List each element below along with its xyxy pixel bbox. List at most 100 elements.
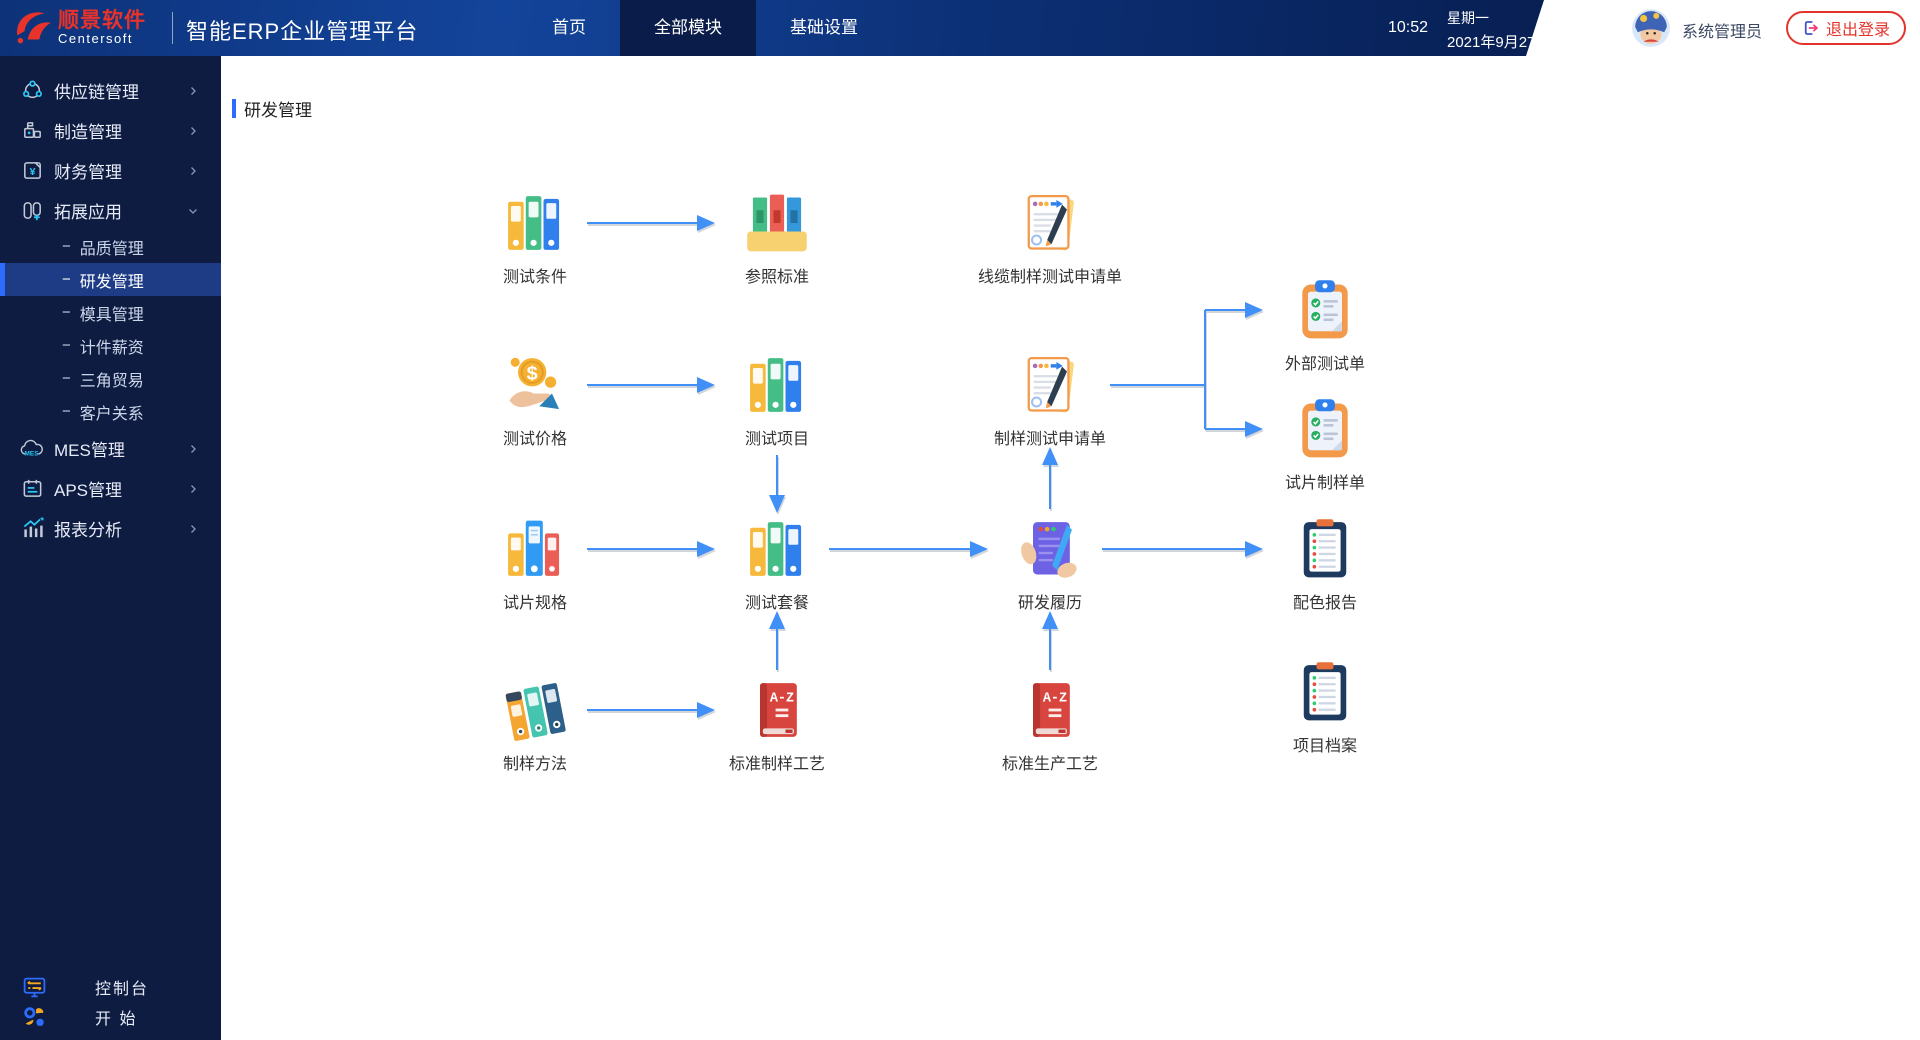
title-accent-bar <box>232 99 236 118</box>
node-project-archive[interactable]: 项目档案 <box>1230 658 1420 756</box>
coins-hand-icon: $ <box>501 351 569 419</box>
doc-pen-icon <box>1016 351 1084 419</box>
node-label: 试片制样单 <box>1230 469 1420 493</box>
node-specimen-sample-order[interactable]: 试片制样单 <box>1230 395 1420 493</box>
node-label: 制样测试申请单 <box>955 425 1145 449</box>
node-test-condition[interactable]: 测试条件 <box>440 189 630 287</box>
sidebar-item-supply-chain[interactable]: 供应链管理 <box>0 70 221 110</box>
clock-time: 10:52 <box>1388 19 1428 37</box>
sidebar-item-extension[interactable]: 拓展应用 <box>0 190 221 230</box>
aps-icon <box>20 476 44 500</box>
logout-icon <box>1802 19 1820 37</box>
user-avatar[interactable] <box>1632 9 1670 47</box>
sidebar-item-mes[interactable]: MESMES管理 <box>0 428 221 468</box>
logout-button[interactable]: 退出登录 <box>1786 11 1906 45</box>
dash-prefix: − <box>62 238 71 255</box>
sidebar: 供应链管理制造管理¥财务管理拓展应用−品质管理−研发管理−模具管理−计件薪资−三… <box>0 56 221 1040</box>
avatar-image <box>1632 9 1670 47</box>
app-title: 智能ERP企业管理平台 <box>186 14 418 46</box>
clipboard-navy-icon <box>1291 658 1359 726</box>
sidebar-subitem-crm[interactable]: −客户关系 <box>0 395 221 428</box>
node-label: 制样方法 <box>440 750 630 774</box>
binders-a-icon <box>501 189 569 257</box>
svg-text:¥: ¥ <box>29 165 35 177</box>
sidebar-subitem-quality[interactable]: −品质管理 <box>0 230 221 263</box>
clipboard-orange-icon <box>1291 395 1359 463</box>
user-name: 系统管理员 <box>1682 18 1762 42</box>
extension-icon <box>20 198 44 222</box>
node-specimen-spec[interactable]: 试片规格 <box>440 515 630 613</box>
sidebar-subitem-mould[interactable]: −模具管理 <box>0 296 221 329</box>
logout-label: 退出登录 <box>1826 16 1890 40</box>
console-icon <box>22 975 46 999</box>
report-icon <box>20 516 44 540</box>
chevron-right-icon <box>187 124 199 136</box>
node-cable-sample-test-request[interactable]: 线缆制样测试申请单 <box>955 189 1145 287</box>
node-standard-sample-process[interactable]: A-Z 标准制样工艺 <box>682 676 872 774</box>
sidebar-item-aps[interactable]: APS管理 <box>0 468 221 508</box>
sidebar-footer: 控制台开 始 <box>0 972 221 1032</box>
node-label: 项目档案 <box>1230 732 1420 756</box>
node-sample-method[interactable]: 制样方法 <box>440 676 630 774</box>
doc-pen-icon <box>1016 189 1084 257</box>
manufacturing-icon <box>20 118 44 142</box>
dash-prefix: − <box>62 304 71 321</box>
brand-name-en: Centersoft <box>58 32 146 46</box>
logo: 顺景软件 Centersoft <box>12 7 146 49</box>
sidebar-footer-start[interactable]: 开 始 <box>0 1002 221 1032</box>
node-sample-test-request[interactable]: 制样测试申请单 <box>955 351 1145 449</box>
node-test-package[interactable]: 测试套餐 <box>682 515 872 613</box>
node-label: 配色报告 <box>1230 589 1420 613</box>
node-external-test-order[interactable]: 外部测试单 <box>1230 276 1420 374</box>
binders-b-icon <box>501 515 569 583</box>
sidebar-subitem-rd[interactable]: −研发管理 <box>0 263 221 296</box>
node-label: 测试项目 <box>682 425 872 449</box>
binders-tilted-icon <box>501 676 569 744</box>
node-label: 测试条件 <box>440 263 630 287</box>
chevron-right-icon <box>187 522 199 534</box>
svg-text:A-Z: A-Z <box>770 692 794 707</box>
sidebar-item-report[interactable]: 报表分析 <box>0 508 221 548</box>
node-rd-history[interactable]: 研发履历 <box>955 515 1145 613</box>
node-label: 研发履历 <box>955 589 1145 613</box>
sidebar-subitem-triangle-trade[interactable]: −三角贸易 <box>0 362 221 395</box>
svg-text:$: $ <box>527 362 538 384</box>
sidebar-footer-console[interactable]: 控制台 <box>0 972 221 1002</box>
binders-tray-icon <box>743 189 811 257</box>
dash-prefix: − <box>62 370 71 387</box>
svg-text:A-Z: A-Z <box>1043 692 1067 707</box>
nav-tab-basic-settings[interactable]: 基础设置 <box>756 0 892 56</box>
node-label: 标准生产工艺 <box>955 750 1145 774</box>
node-test-price[interactable]: $ 测试价格 <box>440 351 630 449</box>
clipboard-navy-icon <box>1291 515 1359 583</box>
sidebar-item-manufacturing[interactable]: 制造管理 <box>0 110 221 150</box>
node-standard-production-process[interactable]: A-Z 标准生产工艺 <box>955 676 1145 774</box>
page-title: 研发管理 <box>244 96 312 121</box>
clipboard-orange-icon <box>1291 276 1359 344</box>
node-color-report[interactable]: 配色报告 <box>1230 515 1420 613</box>
start-icon <box>22 1005 46 1029</box>
sidebar-menu: 供应链管理制造管理¥财务管理拓展应用−品质管理−研发管理−模具管理−计件薪资−三… <box>0 70 221 548</box>
book-az-icon: A-Z <box>1016 676 1084 744</box>
chevron-right-icon <box>187 84 199 96</box>
node-reference-standard[interactable]: 参照标准 <box>682 189 872 287</box>
top-header: 顺景软件 Centersoft 智能ERP企业管理平台 首页全部模块基础设置 1… <box>0 0 1920 56</box>
chevron-right-icon <box>187 482 199 494</box>
top-nav: 首页全部模块基础设置 <box>518 0 892 56</box>
node-test-item[interactable]: 测试项目 <box>682 351 872 449</box>
weekday-label: 星期一 <box>1447 8 1550 28</box>
nav-tab-home[interactable]: 首页 <box>518 0 620 56</box>
node-label: 试片规格 <box>440 589 630 613</box>
dash-prefix: − <box>62 337 71 354</box>
chevron-right-icon <box>187 164 199 176</box>
logo-swirl-icon <box>12 7 54 49</box>
dash-prefix: − <box>62 403 71 420</box>
sidebar-item-finance[interactable]: ¥财务管理 <box>0 150 221 190</box>
sidebar-subitem-piecework[interactable]: −计件薪资 <box>0 329 221 362</box>
header-divider <box>172 12 173 44</box>
nav-tab-all-modules[interactable]: 全部模块 <box>620 0 756 56</box>
node-label: 线缆制样测试申请单 <box>955 263 1145 287</box>
dash-prefix: − <box>62 271 71 288</box>
main-content: 测试条件 参照标准 线缆制样测试申请单 $ 测试价格 测试项目 制样测试申请单 … <box>221 56 1920 1040</box>
rd-module-diagram: 测试条件 参照标准 线缆制样测试申请单 $ 测试价格 测试项目 制样测试申请单 … <box>221 56 1920 1040</box>
